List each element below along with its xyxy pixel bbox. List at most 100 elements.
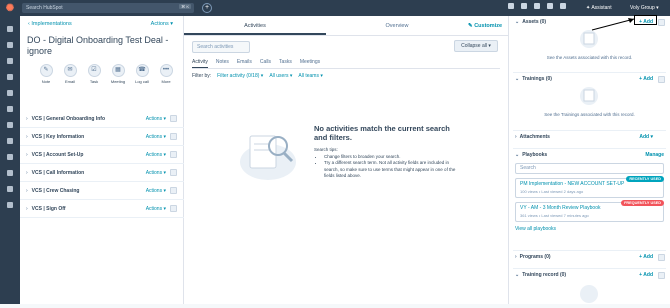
section-actions-dropdown[interactable]: Actions ▾ — [146, 152, 166, 158]
help-icon[interactable] — [534, 3, 540, 9]
hubspot-logo-icon[interactable]: ✺ — [0, 0, 20, 16]
commerce-icon[interactable] — [7, 154, 13, 160]
tab-overview[interactable]: Overview — [326, 16, 468, 35]
playbooks-title: Playbooks — [522, 152, 548, 158]
playbooks-search-input[interactable]: Search — [515, 163, 664, 174]
training-record-header[interactable]: ⌄ Training record (0) + Add — [509, 269, 670, 281]
filter-users-dropdown[interactable]: All users ▾ — [269, 73, 292, 79]
activities-search-input[interactable]: Search activities — [192, 41, 250, 53]
note-icon: ✎ — [39, 64, 53, 77]
global-search-input[interactable]: Search HubSpot ⌘ K — [22, 3, 194, 13]
data-icon[interactable] — [7, 170, 13, 176]
chevron-right-icon: › — [26, 169, 28, 176]
playbooks-manage-link[interactable]: Manage — [645, 152, 664, 158]
record-actions-dropdown[interactable]: Actions ▾ — [151, 21, 173, 27]
quick-action-meeting-button[interactable]: ▦ Meeting — [110, 64, 126, 84]
section-settings-icon[interactable] — [170, 169, 177, 176]
empty-search-illustration-icon — [240, 135, 296, 180]
section-settings-icon[interactable] — [170, 187, 177, 194]
section-actions-dropdown[interactable]: Actions ▾ — [146, 134, 166, 140]
training-record-add-button[interactable]: + Add — [639, 272, 653, 278]
playbooks-card: ⌄ Playbooks Manage Search PM Implementat… — [509, 148, 670, 234]
attachments-header[interactable]: › Attachments Add ▾ — [509, 131, 670, 143]
account-menu[interactable]: Voly Group ▾ — [630, 2, 659, 14]
subtab-calls[interactable]: Calls — [260, 59, 271, 68]
trainings-add-button[interactable]: + Add — [639, 76, 653, 82]
apps-icon[interactable] — [7, 186, 13, 192]
tab-activities[interactable]: Activities — [184, 16, 326, 35]
training-record-settings-icon[interactable] — [658, 271, 665, 279]
record-section[interactable]: › VCS | Sign Off Actions ▾ — [20, 200, 184, 218]
settings-gear-icon[interactable] — [547, 3, 553, 9]
library-icon[interactable] — [7, 138, 13, 144]
quick-action-log-call-button[interactable]: ☎ Log call — [134, 64, 150, 84]
record-section[interactable]: › VCS | Account Set-Up Actions ▾ — [20, 146, 184, 164]
subtab-activity[interactable]: Activity — [192, 59, 208, 68]
trainings-settings-icon[interactable] — [658, 75, 665, 83]
programs-settings-icon[interactable] — [658, 253, 665, 261]
collapse-nav-icon[interactable] — [7, 202, 13, 208]
assets-title: Assets (0) — [522, 19, 547, 25]
section-actions-dropdown[interactable]: Actions ▾ — [146, 116, 166, 122]
record-section[interactable]: › VCS | General Onboarding Info Actions ▾ — [20, 110, 184, 128]
contacts-icon[interactable] — [7, 42, 13, 48]
marketplace-icon[interactable] — [521, 3, 527, 9]
collapse-all-button[interactable]: Collapse all ▾ — [454, 40, 498, 52]
search-tips: Search tips: Change filters to broaden y… — [314, 147, 464, 180]
customize-label: Customize — [474, 23, 502, 29]
section-settings-icon[interactable] — [170, 151, 177, 158]
trainings-header[interactable]: ⌄ Trainings (0) + Add — [509, 73, 670, 85]
subtab-notes[interactable]: Notes — [216, 59, 229, 68]
create-new-button[interactable]: + — [202, 3, 212, 13]
section-settings-icon[interactable] — [170, 115, 177, 122]
quick-action-more-button[interactable]: ••• More — [158, 64, 174, 84]
activity-filters: Filter by: Filter activity (0/18) ▾ All … — [192, 73, 323, 79]
section-actions-dropdown[interactable]: Actions ▾ — [146, 170, 166, 176]
subtab-tasks[interactable]: Tasks — [279, 59, 292, 68]
programs-card: › Programs (0) + Add — [509, 250, 670, 263]
section-settings-icon[interactable] — [170, 205, 177, 212]
section-settings-icon[interactable] — [170, 133, 177, 140]
section-actions-dropdown[interactable]: Actions ▾ — [146, 188, 166, 194]
meeting-icon: ▦ — [111, 64, 125, 77]
assistant-button[interactable]: ✦ Assistant — [586, 2, 612, 14]
subtab-meetings[interactable]: Meetings — [300, 59, 320, 68]
trainings-empty-illustration-icon — [580, 87, 598, 105]
record-section[interactable]: › VCS | Call Information Actions ▾ — [20, 164, 184, 182]
playbook-card[interactable]: PM Implementation - NEW ACCOUNT SET-UP 10… — [515, 176, 664, 198]
chevron-down-icon: ⌄ — [515, 272, 520, 278]
annotation-arrow-icon — [591, 18, 635, 31]
attachments-add-button[interactable]: Add ▾ — [639, 134, 653, 140]
view-all-playbooks-link[interactable]: View all playbooks — [515, 226, 664, 232]
assets-settings-icon[interactable] — [658, 18, 665, 26]
section-actions-label: Actions — [145, 205, 163, 212]
record-section[interactable]: › VCS | Crew Chasing Actions ▾ — [20, 182, 184, 200]
chevron-down-icon: ⌄ — [515, 152, 520, 158]
reporting-icon[interactable] — [7, 122, 13, 128]
filter-activity-dropdown[interactable]: Filter activity (0/18) ▾ — [217, 73, 263, 79]
record-left-panel: ‹ Implementations Actions ▾ DO - Digital… — [20, 16, 184, 304]
bookmark-icon[interactable] — [7, 26, 13, 32]
quick-action-task-button[interactable]: ☑ Task — [86, 64, 102, 84]
playbooks-header[interactable]: ⌄ Playbooks Manage — [509, 149, 670, 161]
section-actions-label: Actions — [145, 151, 163, 158]
notifications-bell-icon[interactable] — [560, 3, 566, 9]
marketing-icon[interactable] — [7, 58, 13, 64]
section-actions-dropdown[interactable]: Actions ▾ — [146, 206, 166, 212]
attachments-title: Attachments — [519, 134, 550, 140]
breadcrumb[interactable]: ‹ Implementations — [28, 21, 72, 27]
customize-button[interactable]: ✎ Customize — [468, 23, 502, 29]
service-icon[interactable] — [7, 90, 13, 96]
quick-action-note-button[interactable]: ✎ Note — [38, 64, 54, 84]
subtab-emails[interactable]: Emails — [237, 59, 252, 68]
programs-add-button[interactable]: + Add — [639, 254, 653, 260]
filter-teams-dropdown[interactable]: All teams ▾ — [298, 73, 322, 79]
automation-icon[interactable] — [7, 106, 13, 112]
programs-header[interactable]: › Programs (0) + Add — [509, 251, 670, 263]
sales-icon[interactable] — [7, 74, 13, 80]
chevron-down-icon: ⌄ — [515, 76, 520, 82]
phone-icon[interactable] — [508, 3, 514, 9]
record-section[interactable]: › VCS | Key Information Actions ▾ — [20, 128, 184, 146]
quick-action-email-button[interactable]: ✉ Email — [62, 64, 78, 84]
playbook-card[interactable]: VY - AM - 3 Month Review Playbook 361 vie… — [515, 200, 664, 222]
